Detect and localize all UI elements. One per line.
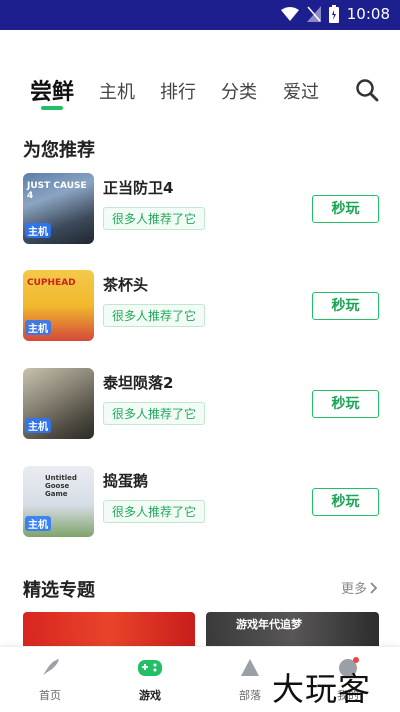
tab-aiguo[interactable]: 爱过 <box>283 78 319 104</box>
category-tabs: 尝鲜 主机 排行 分类 爱过 <box>0 72 400 112</box>
instant-play-button[interactable]: 秒玩 <box>312 390 379 418</box>
game-title: 茶杯头 <box>103 276 149 294</box>
game-cover[interactable]: CUPHEAD 主机 <box>23 270 94 341</box>
recommend-tag: 很多人推荐了它 <box>103 402 206 425</box>
game-title: 泰坦陨落2 <box>103 374 174 392</box>
instant-play-button[interactable]: 秒玩 <box>312 195 379 223</box>
tab-fenlei[interactable]: 分类 <box>221 78 257 104</box>
console-badge: 主机 <box>25 223 51 238</box>
game-row[interactable]: CUPHEAD 主机 茶杯头 很多人推荐了它 秒玩 <box>23 270 379 342</box>
nav-home[interactable]: 首页 <box>20 657 80 703</box>
signal-off-icon <box>306 6 321 22</box>
status-bar: 10:08 <box>0 0 400 30</box>
game-row[interactable]: JUST CAUSE 4 主机 正当防卫4 很多人推荐了它 秒玩 <box>23 173 379 245</box>
battery-icon <box>328 5 339 23</box>
instant-play-button[interactable]: 秒玩 <box>312 292 379 320</box>
nav-games[interactable]: 游戏 <box>120 657 180 703</box>
nav-tribe[interactable]: 部落 <box>220 657 280 703</box>
clock: 10:08 <box>346 5 390 23</box>
watermark-logo: 大玩客 <box>272 670 372 708</box>
nav-tribe-label: 部落 <box>239 689 261 702</box>
mountain-icon <box>241 659 259 676</box>
wifi-icon <box>280 7 299 21</box>
console-badge: 主机 <box>25 418 51 433</box>
cover-title-art: Untitled Goose Game <box>45 474 77 498</box>
banner-title: 游戏年代追梦 <box>236 618 302 631</box>
more-link[interactable]: 更多 <box>341 578 378 597</box>
search-icon[interactable] <box>354 77 380 103</box>
game-cover[interactable]: Untitled Goose Game 主机 <box>23 466 94 537</box>
more-label: 更多 <box>340 582 367 597</box>
tab-paihang[interactable]: 排行 <box>160 78 196 104</box>
recommend-tag: 很多人推荐了它 <box>103 500 206 523</box>
game-row[interactable]: Untitled Goose Game 主机 捣蛋鹅 很多人推荐了它 秒玩 <box>23 466 379 538</box>
tab-changxian[interactable]: 尝鲜 <box>30 74 74 106</box>
recommend-tag: 很多人推荐了它 <box>103 304 206 327</box>
game-cover[interactable]: 主机 <box>23 368 94 439</box>
chevron-right-icon <box>370 581 378 594</box>
nav-home-label: 首页 <box>39 689 61 702</box>
cover-title-art: JUST CAUSE 4 <box>27 181 87 201</box>
game-row[interactable]: 主机 泰坦陨落2 很多人推荐了它 秒玩 <box>23 368 379 440</box>
rocket-icon <box>43 659 59 675</box>
tab-zhuji[interactable]: 主机 <box>99 78 135 104</box>
recommend-section-title: 为您推荐 <box>23 140 95 161</box>
game-cover[interactable]: JUST CAUSE 4 主机 <box>23 173 94 244</box>
status-icons: 10:08 <box>280 5 390 23</box>
console-badge: 主机 <box>25 516 51 531</box>
recommend-tag: 很多人推荐了它 <box>103 207 206 230</box>
active-tab-indicator <box>41 106 63 110</box>
cover-title-art: CUPHEAD <box>27 278 76 288</box>
game-title: 捣蛋鹅 <box>103 472 149 490</box>
gamepad-icon <box>138 660 162 676</box>
console-badge: 主机 <box>25 320 51 335</box>
nav-games-label: 游戏 <box>139 689 161 702</box>
instant-play-button[interactable]: 秒玩 <box>312 488 379 516</box>
featured-section-title: 精选专题 <box>23 580 95 601</box>
game-title: 正当防卫4 <box>103 179 174 197</box>
